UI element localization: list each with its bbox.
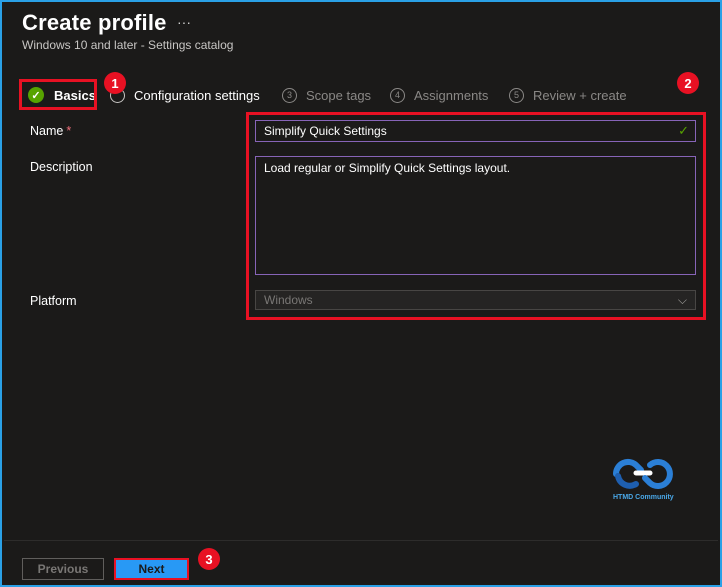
- name-field[interactable]: Simplify Quick Settings ✓: [255, 120, 696, 142]
- footer-divider: [4, 540, 718, 541]
- description-value: Load regular or Simplify Quick Settings …: [264, 161, 511, 175]
- step-label: Assignments: [414, 87, 489, 103]
- description-label: Description: [30, 160, 93, 174]
- more-options-icon[interactable]: ···: [177, 14, 191, 30]
- platform-value: Windows: [264, 293, 313, 307]
- annotation-box-basics: [19, 79, 97, 110]
- page-title: Create profile: [22, 10, 167, 35]
- tab-configuration-settings[interactable]: Configuration settings: [110, 82, 260, 108]
- next-button[interactable]: Next: [114, 558, 189, 580]
- step-label: Review + create: [533, 87, 627, 103]
- step-number-icon: 4: [390, 87, 405, 103]
- window-frame: Create profile ··· Windows 10 and later …: [0, 0, 722, 587]
- required-marker: *: [66, 124, 72, 138]
- annotation-badge-2: 2: [677, 72, 699, 94]
- htmd-logo-icon: [612, 458, 673, 489]
- step-number-icon: 5: [509, 87, 524, 103]
- name-label: Name *: [30, 124, 72, 138]
- description-field[interactable]: Load regular or Simplify Quick Settings …: [255, 156, 696, 275]
- platform-label: Platform: [30, 294, 77, 308]
- tab-assignments[interactable]: 4 Assignments: [390, 82, 488, 108]
- step-label: Scope tags: [306, 87, 372, 103]
- tab-scope-tags[interactable]: 3 Scope tags: [282, 82, 371, 108]
- annotation-badge-1: 1: [104, 72, 126, 94]
- header: Create profile ···: [22, 10, 191, 36]
- step-label: Configuration settings: [134, 87, 260, 103]
- previous-button[interactable]: Previous: [22, 558, 104, 580]
- chevron-down-icon: ⌵: [677, 293, 687, 307]
- annotation-badge-3: 3: [198, 548, 220, 570]
- logo-caption: HTMD Community: [613, 494, 674, 501]
- check-icon: ✓: [678, 123, 689, 138]
- page-subtitle: Windows 10 and later - Settings catalog: [22, 38, 234, 52]
- step-number-icon: 3: [282, 87, 297, 103]
- tab-review-create[interactable]: 5 Review + create: [509, 82, 627, 108]
- platform-select[interactable]: Windows ⌵: [255, 290, 696, 310]
- name-value: Simplify Quick Settings: [264, 124, 387, 138]
